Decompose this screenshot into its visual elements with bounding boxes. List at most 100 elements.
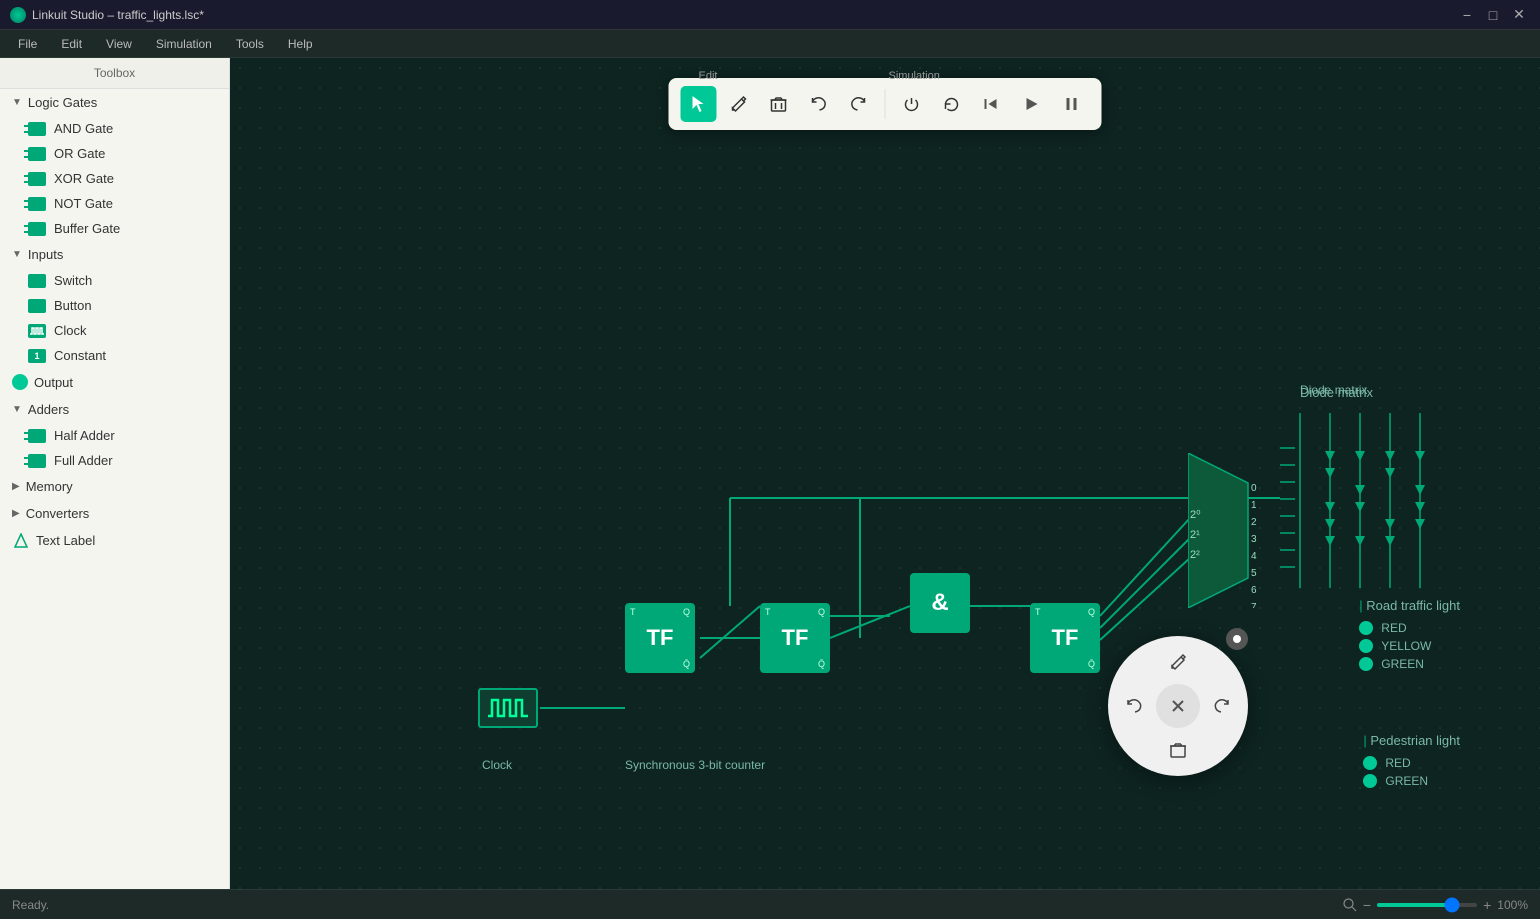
tf-flipflop-1[interactable]: T Q TF Q̄ (625, 603, 695, 673)
tf3-label: TF (1052, 625, 1079, 651)
toolbox-half-adder[interactable]: Half Adder (0, 423, 229, 448)
ped-green-label: GREEN (1385, 774, 1428, 788)
wheel-edit-button[interactable] (1162, 646, 1194, 678)
converters-arrow: ▶ (12, 508, 20, 519)
toolbox-full-adder[interactable]: Full Adder (0, 448, 229, 473)
decoder-component[interactable]: 2⁰ 2¹ 2² 0 1 2 3 4 5 6 7 (1188, 453, 1283, 611)
menu-view[interactable]: View (96, 34, 142, 54)
collapse-arrow: ▼ (12, 97, 22, 108)
close-button[interactable]: ✕ (1508, 4, 1530, 26)
titlebar-title: Linkuit Studio – traffic_lights.lsc* (32, 8, 204, 22)
toolbar-edit-label: Edit (699, 70, 718, 82)
red-light-dot (1359, 621, 1373, 635)
section-memory[interactable]: ▶ Memory (0, 473, 229, 500)
svg-text:7: 7 (1251, 602, 1257, 608)
menu-simulation[interactable]: Simulation (146, 34, 222, 54)
section-output[interactable]: Output (0, 368, 229, 396)
ped-green-dot (1363, 774, 1377, 788)
toolbox-xor-gate[interactable]: XOR Gate (0, 166, 229, 191)
wheel-undo-button[interactable] (1118, 690, 1150, 722)
minimize-button[interactable]: − (1456, 4, 1478, 26)
zoom-in-button[interactable]: + (1483, 897, 1491, 913)
not-gate-label: NOT Gate (54, 196, 113, 211)
section-text-label[interactable]: Text Label (0, 527, 229, 554)
tf-flipflop-2[interactable]: T Q TF Q̄ (760, 603, 830, 673)
play-button[interactable] (1014, 86, 1050, 122)
toolbox-clock[interactable]: Clock (0, 318, 229, 343)
clock-canvas-label: Clock (482, 758, 512, 772)
button-icon (28, 299, 46, 313)
pause-button[interactable] (1054, 86, 1090, 122)
half-adder-label: Half Adder (54, 428, 115, 443)
canvas-area[interactable]: Edit Simulation (230, 58, 1540, 889)
section-adders[interactable]: ▼ Adders (0, 396, 229, 423)
adders-items: Half Adder Full Adder (0, 423, 229, 473)
zoom-percentage: 100% (1497, 898, 1528, 912)
and-gate-symbol: & (931, 589, 948, 617)
select-tool-button[interactable] (681, 86, 717, 122)
green-light-dot (1359, 657, 1373, 671)
section-text-label: Text Label (36, 533, 95, 548)
maximize-button[interactable]: □ (1482, 4, 1504, 26)
counter-label: Synchronous 3-bit counter (625, 758, 765, 772)
toolbox-switch[interactable]: Switch (0, 268, 229, 293)
toolbar: Edit Simulation (669, 78, 1102, 130)
half-adder-icon (28, 429, 46, 443)
power-button[interactable] (894, 86, 930, 122)
wheel-redo-button[interactable] (1206, 690, 1238, 722)
and-gate-canvas[interactable]: & (910, 573, 970, 633)
toolbox-button[interactable]: Button (0, 293, 229, 318)
redo-button[interactable] (841, 86, 877, 122)
main-layout: Toolbox ▼ Logic Gates AND Gate OR Gate X… (0, 58, 1540, 889)
section-inputs-label: Inputs (28, 247, 63, 262)
menu-help[interactable]: Help (278, 34, 323, 54)
inputs-arrow: ▼ (12, 249, 22, 260)
wheel-delete-button[interactable] (1162, 734, 1194, 766)
switch-icon (28, 274, 46, 288)
svg-text:2: 2 (1251, 517, 1257, 528)
pencil-tool-button[interactable] (721, 86, 757, 122)
menu-tools[interactable]: Tools (226, 34, 274, 54)
buffer-gate-icon (28, 222, 46, 236)
tf1-label: TF (647, 625, 674, 651)
titlebar: Linkuit Studio – traffic_lights.lsc* − □… (0, 0, 1540, 30)
section-logic-gates[interactable]: ▼ Logic Gates (0, 89, 229, 116)
section-logic-gates-label: Logic Gates (28, 95, 97, 110)
wheel-close-button[interactable] (1156, 684, 1200, 728)
ped-light-text: Pedestrian light (1370, 733, 1460, 748)
section-converters[interactable]: ▶ Converters (0, 500, 229, 527)
menu-file[interactable]: File (8, 34, 47, 54)
xor-gate-label: XOR Gate (54, 171, 114, 186)
tf2-label: TF (782, 625, 809, 651)
section-adders-label: Adders (28, 402, 69, 417)
toolbox-buffer-gate[interactable]: Buffer Gate (0, 216, 229, 241)
wheel-pin-button[interactable] (1226, 628, 1248, 650)
green-light-label: GREEN (1381, 657, 1424, 671)
ped-red-label: RED (1385, 756, 1410, 770)
zoom-out-button[interactable]: − (1363, 897, 1371, 913)
menu-edit[interactable]: Edit (51, 34, 92, 54)
pedestrian-light-label: | Pedestrian light (1363, 733, 1460, 748)
text-label-icon (12, 534, 30, 548)
section-inputs[interactable]: ▼ Inputs (0, 241, 229, 268)
ped-green-row: GREEN (1363, 774, 1460, 788)
toolbox-or-gate[interactable]: OR Gate (0, 141, 229, 166)
road-traffic-text: Road traffic light (1366, 598, 1460, 613)
wheel-circle (1108, 636, 1248, 776)
clock-label: Clock (54, 323, 87, 338)
reset-sim-button[interactable] (934, 86, 970, 122)
red-light-label: RED (1381, 621, 1406, 635)
clock-component[interactable] (478, 688, 538, 728)
zoom-slider[interactable] (1377, 903, 1477, 907)
svg-text:2¹: 2¹ (1190, 529, 1200, 541)
full-adder-icon (28, 454, 46, 468)
step-back-button[interactable] (974, 86, 1010, 122)
delete-tool-button[interactable] (761, 86, 797, 122)
toolbox-constant[interactable]: 1 Constant (0, 343, 229, 368)
tf-flipflop-3[interactable]: T Q TF Q̄ (1030, 603, 1100, 673)
undo-button[interactable] (801, 86, 837, 122)
app-icon (10, 7, 26, 23)
constant-icon: 1 (28, 349, 46, 363)
toolbox-not-gate[interactable]: NOT Gate (0, 191, 229, 216)
toolbox-and-gate[interactable]: AND Gate (0, 116, 229, 141)
